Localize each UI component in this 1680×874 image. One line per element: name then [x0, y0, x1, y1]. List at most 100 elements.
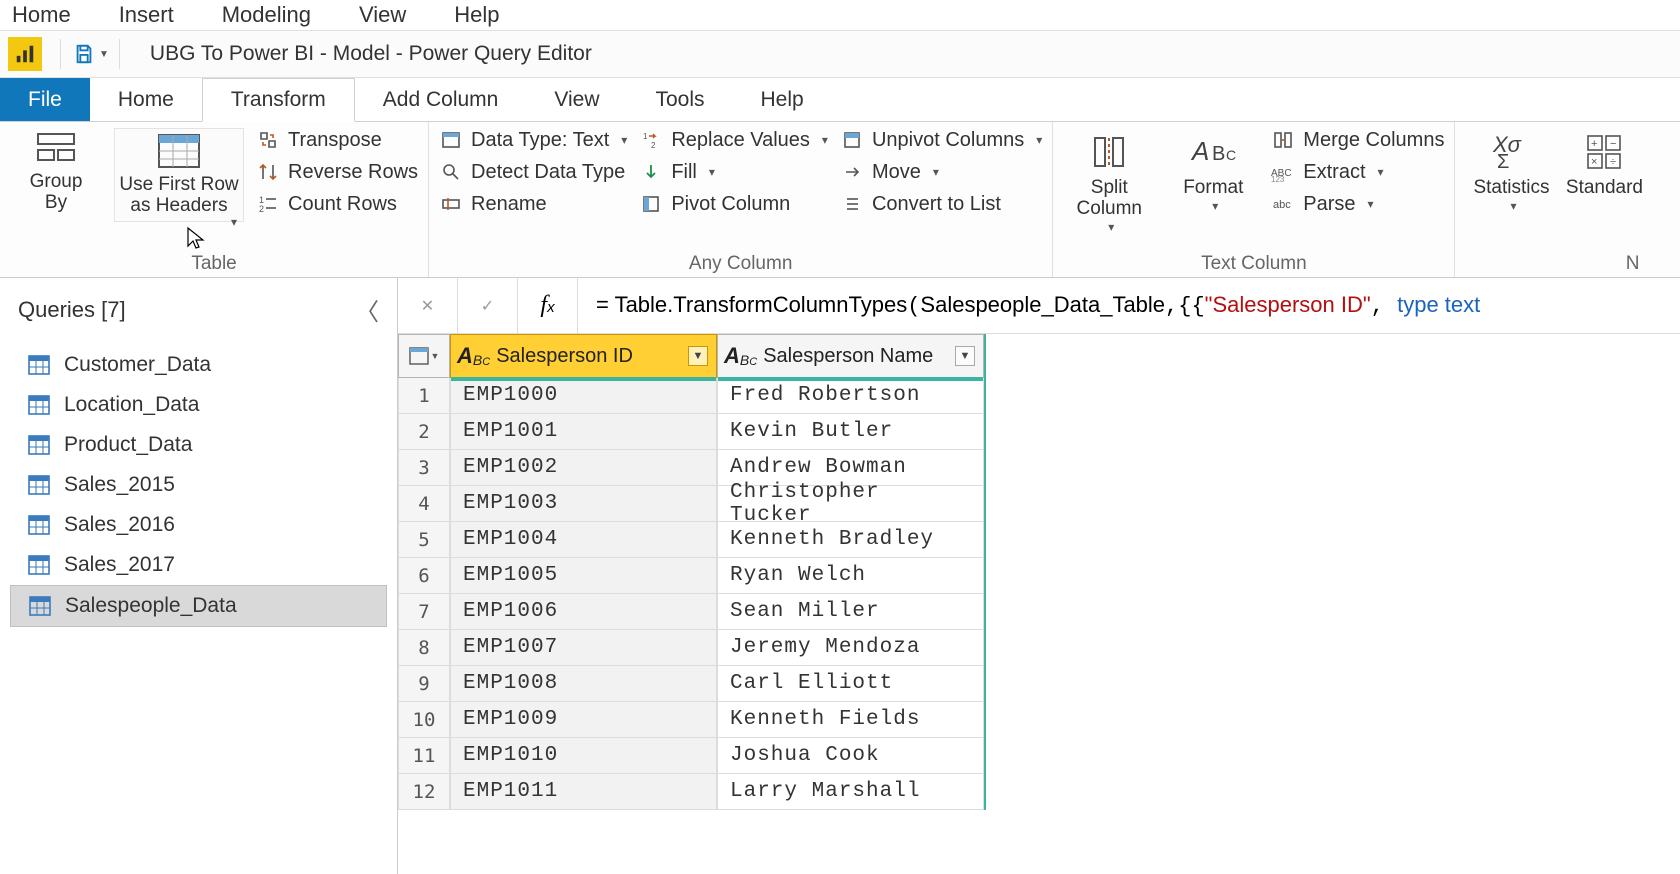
cell-name[interactable]: Kenneth Bradley [717, 522, 984, 558]
fx-icon[interactable]: fx [518, 278, 578, 333]
convert-to-list-button[interactable]: Convert to List [840, 192, 1042, 216]
group-label-textcolumn: Text Column [1063, 251, 1444, 275]
filter-dropdown-icon[interactable]: ▼ [688, 346, 708, 366]
main-menu-home[interactable]: Home [12, 2, 71, 28]
query-item[interactable]: Customer_Data [10, 345, 387, 385]
table-row[interactable]: 9EMP1008Carl Elliott [398, 666, 984, 702]
svg-text:B: B [1212, 143, 1225, 165]
main-menu-help[interactable]: Help [454, 2, 499, 28]
formula-input[interactable]: = Table.TransformColumnTypes(Salespeople… [578, 292, 1680, 319]
table-row[interactable]: 8EMP1007Jeremy Mendoza [398, 630, 984, 666]
transpose-button[interactable]: Transpose [256, 128, 418, 152]
save-icon[interactable] [71, 41, 97, 67]
use-first-row-headers-button[interactable]: Use First Row as Headers ▾ [114, 128, 244, 222]
formula-cancel-button[interactable]: ✕ [398, 278, 458, 333]
powerbi-icon [8, 37, 42, 71]
cell-name[interactable]: Sean Miller [717, 594, 984, 630]
format-button[interactable]: ABC Format ▾ [1167, 128, 1259, 213]
pivot-column-button[interactable]: Pivot Column [639, 192, 828, 216]
row-number: 4 [398, 486, 450, 522]
cell-id[interactable]: EMP1011 [450, 774, 717, 810]
cell-name[interactable]: Kevin Butler [717, 414, 984, 450]
statistics-button[interactable]: XσΣ Statistics ▾ [1465, 128, 1557, 213]
chevron-down-icon: ▾ [621, 133, 627, 147]
main-menu-modeling[interactable]: Modeling [222, 2, 311, 28]
fill-button[interactable]: Fill ▾ [639, 160, 828, 184]
cell-id[interactable]: EMP1004 [450, 522, 717, 558]
table-row[interactable]: 1EMP1000Fred Robertson [398, 378, 984, 414]
data-type-button[interactable]: Data Type: Text ▾ [439, 128, 627, 152]
query-name: Sales_2017 [64, 553, 175, 577]
table-row[interactable]: 2EMP1001Kevin Butler [398, 414, 984, 450]
cell-name[interactable]: Joshua Cook [717, 738, 984, 774]
extract-button[interactable]: ABC123 Extract ▾ [1271, 160, 1444, 184]
cell-id[interactable]: EMP1008 [450, 666, 717, 702]
reverse-rows-icon [256, 160, 280, 184]
cell-id[interactable]: EMP1010 [450, 738, 717, 774]
replace-values-button[interactable]: 12 Replace Values ▾ [639, 128, 828, 152]
cell-id[interactable]: EMP1003 [450, 486, 717, 522]
table-row[interactable]: 12EMP1011Larry Marshall [398, 774, 984, 810]
cell-name[interactable]: Carl Elliott [717, 666, 984, 702]
unpivot-columns-button[interactable]: Unpivot Columns ▾ [840, 128, 1042, 152]
tab-tools[interactable]: Tools [627, 78, 732, 121]
tab-help[interactable]: Help [733, 78, 832, 121]
table-icon [28, 355, 50, 375]
table-row[interactable]: 6EMP1005Ryan Welch [398, 558, 984, 594]
formula-accept-button[interactable]: ✓ [458, 278, 518, 333]
cell-id[interactable]: EMP1000 [450, 378, 717, 414]
tab-view[interactable]: View [526, 78, 627, 121]
standard-button[interactable]: +−×÷ Standard [1569, 128, 1639, 199]
cell-id[interactable]: EMP1002 [450, 450, 717, 486]
query-item[interactable]: Sales_2015 [10, 465, 387, 505]
column-header-salesperson-name[interactable]: ABC Salesperson Name ▼ [717, 334, 984, 378]
cell-id[interactable]: EMP1007 [450, 630, 717, 666]
table-row[interactable]: 7EMP1006Sean Miller [398, 594, 984, 630]
table-row[interactable]: 10EMP1009Kenneth Fields [398, 702, 984, 738]
rename-button[interactable]: Rename [439, 192, 627, 216]
table-row[interactable]: 4EMP1003Christopher Tucker [398, 486, 984, 522]
cell-name[interactable]: Ryan Welch [717, 558, 984, 594]
cell-name[interactable]: Christopher Tucker [717, 486, 984, 522]
table-options-button[interactable]: ▼ [398, 334, 450, 378]
cell-name[interactable]: Fred Robertson [717, 378, 984, 414]
tab-home[interactable]: Home [90, 78, 202, 121]
query-item[interactable]: Sales_2016 [10, 505, 387, 545]
count-rows-button[interactable]: 12 Count Rows [256, 192, 418, 216]
tab-addcolumn[interactable]: Add Column [355, 78, 527, 121]
tab-file[interactable]: File [0, 78, 90, 121]
cell-name[interactable]: Kenneth Fields [717, 702, 984, 738]
parse-button[interactable]: abc Parse ▾ [1271, 192, 1444, 216]
table-row[interactable]: 11EMP1010Joshua Cook [398, 738, 984, 774]
query-item[interactable]: Location_Data [10, 385, 387, 425]
reverse-rows-button[interactable]: Reverse Rows [256, 160, 418, 184]
collapse-queries-icon[interactable]: 〈 [355, 292, 379, 327]
cell-name[interactable]: Jeremy Mendoza [717, 630, 984, 666]
cell-id[interactable]: EMP1006 [450, 594, 717, 630]
reverse-rows-label: Reverse Rows [288, 161, 418, 184]
cell-id[interactable]: EMP1005 [450, 558, 717, 594]
cell-name[interactable]: Larry Marshall [717, 774, 984, 810]
query-item[interactable]: Product_Data [10, 425, 387, 465]
query-item[interactable]: Sales_2017 [10, 545, 387, 585]
cell-id[interactable]: EMP1001 [450, 414, 717, 450]
split-column-button[interactable]: Split Column ▾ [1063, 128, 1155, 234]
filter-dropdown-icon[interactable]: ▼ [955, 346, 975, 366]
svg-text:C: C [1226, 147, 1236, 163]
detect-data-type-button[interactable]: Detect Data Type [439, 160, 627, 184]
use-headers-label: Use First Row as Headers [119, 175, 238, 217]
query-item[interactable]: Salespeople_Data [10, 585, 387, 627]
group-by-button[interactable]: Group By [10, 128, 102, 214]
tab-transform[interactable]: Transform [202, 78, 355, 122]
merge-columns-button[interactable]: Merge Columns [1271, 128, 1444, 152]
title-bar: ▼ UBG To Power BI - Model - Power Query … [0, 30, 1680, 78]
qat-dropdown-icon[interactable]: ▼ [99, 49, 109, 60]
cell-id[interactable]: EMP1009 [450, 702, 717, 738]
main-menu-view[interactable]: View [359, 2, 406, 28]
row-number: 10 [398, 702, 450, 738]
column-header-salesperson-id[interactable]: ABC Salesperson ID ▼ [450, 334, 717, 378]
svg-text:Σ: Σ [1497, 151, 1509, 172]
main-menu-insert[interactable]: Insert [119, 2, 174, 28]
move-button[interactable]: Move ▾ [840, 160, 1042, 184]
table-row[interactable]: 5EMP1004Kenneth Bradley [398, 522, 984, 558]
